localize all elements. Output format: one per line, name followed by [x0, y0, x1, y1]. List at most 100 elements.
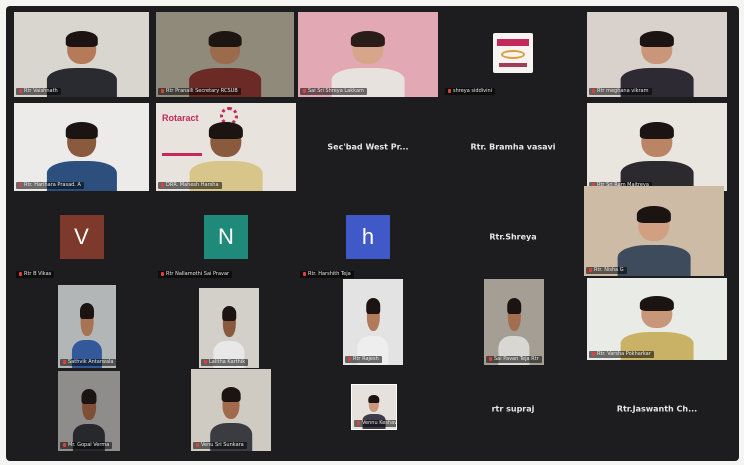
participant-hair [640, 122, 674, 139]
participant-tile[interactable]: Rtr Rajesh [343, 279, 403, 365]
participant-tile[interactable]: V Rtr B Vikas [14, 194, 149, 280]
participant-tile[interactable]: Rtr. Varsha Pokharkar [587, 278, 727, 360]
muted-mic-icon [19, 271, 22, 276]
muted-mic-icon [63, 359, 66, 364]
participant-name-text: Lalitha Karthik [209, 359, 246, 365]
muted-mic-icon [19, 182, 22, 187]
participant-hair [65, 122, 98, 139]
participant-hair [368, 394, 380, 403]
participant-silhouette [498, 297, 530, 365]
participant-name-text: Rtr Rajesh [353, 356, 379, 362]
participant-tile[interactable]: Rtr Vaishnath [14, 12, 149, 97]
participant-tile[interactable]: Rtr. Nisha G [584, 186, 724, 276]
participant-name-label: Rtr B Vikas [16, 271, 55, 278]
participant-name-label: Venu Sri Sunkara [193, 442, 247, 449]
participant-name-text: Rtr. Harihara Prasad. A [24, 182, 81, 188]
logo-emblem [501, 49, 525, 59]
rotaract-logo-image [493, 32, 533, 73]
muted-mic-icon [161, 88, 164, 93]
muted-mic-icon [448, 88, 451, 93]
participant-name-text: Rtr. Nisha G [594, 267, 624, 273]
participant-hair [221, 387, 241, 403]
muted-mic-icon [357, 420, 360, 425]
participant-tile[interactable]: N Rtr Nallamothi Sai Pravar [156, 194, 296, 280]
participant-name-text: Rtr Pranalli Secretary RCSUB [166, 88, 238, 94]
participant-tile[interactable]: Rtr. Harihara Prasad. A [14, 103, 149, 191]
participant-tile[interactable]: Rtr.Shreya [443, 194, 583, 280]
participant-hair [208, 30, 242, 47]
participant-display-name: Sec'bad West Pr... [327, 142, 409, 152]
muted-mic-icon [589, 267, 592, 272]
participant-name-text: Sai Sri Shreya Lakkam [308, 88, 364, 94]
participant-hair [640, 296, 674, 312]
participant-tile[interactable]: Rtr Pranalli Secretary RCSUB [156, 12, 294, 97]
participant-silhouette [617, 205, 691, 276]
participant-tile[interactable]: Sec'bad West Pr... [298, 103, 438, 191]
participant-tile[interactable]: Sathvik Antarwala [58, 285, 116, 368]
participant-tile[interactable]: Vennu Keshava Reddy [351, 384, 397, 430]
participant-name-label: Rtr. Nisha G [586, 267, 627, 274]
participant-tile[interactable]: shreya siddivini [443, 12, 583, 97]
participant-tile[interactable]: Venu Sri Sunkara [191, 369, 271, 451]
participant-hair [640, 30, 674, 47]
participant-silhouette [46, 122, 117, 191]
participant-shirt [617, 245, 691, 276]
participant-name-label: Sai Sri Shreya Lakkam [300, 88, 367, 95]
participant-silhouette [357, 297, 389, 365]
muted-mic-icon [592, 351, 595, 356]
participant-name-label: Rtr Nallamothi Sai Pravar [158, 271, 233, 278]
participant-hair [637, 205, 671, 223]
participant-display-name: rtr supraj [491, 404, 535, 413]
participant-tile[interactable]: h Rtr. Harshith Teja [298, 194, 438, 280]
participant-silhouette [189, 122, 263, 191]
muted-mic-icon [592, 88, 595, 93]
participant-tile[interactable]: Rtr. Bramha vasavi [443, 103, 583, 191]
participant-name-label: Sai Pavan Teja Rtr [486, 356, 542, 363]
participant-tile[interactable]: Rtr Sri Ram Maitreya [587, 103, 727, 191]
participant-tile[interactable]: Rotaract DRR. Mahesh Harsha [156, 103, 296, 191]
participant-hair [365, 297, 381, 315]
participant-name-label: Rtr Pranalli Secretary RCSUB [158, 88, 241, 95]
participant-display-name: Rtr.Jaswanth Ch... [616, 404, 698, 413]
participant-name-text: Rtr. Harshith Teja [308, 271, 351, 277]
participant-name-text: Rtr. Varsha Pokharkar [597, 351, 651, 357]
muted-mic-icon [161, 271, 164, 276]
participant-name-text: Rtr Vaishnath [24, 88, 58, 94]
logo-subtitle-bar [499, 62, 527, 67]
participant-hair [221, 305, 237, 321]
participant-hair [351, 30, 385, 47]
participant-name-text: shreya siddivini [453, 88, 493, 94]
participant-name-text: Rtr B Vikas [24, 271, 52, 277]
participant-hair [209, 122, 243, 139]
participant-display-name: Rtr. Bramha vasavi [470, 142, 556, 152]
participant-name-text: Mr. Gopal Verma [68, 442, 110, 448]
participant-tile[interactable]: Sai Pavan Teja Rtr [484, 279, 544, 365]
participant-name-label: Rtr Rajesh [345, 356, 382, 363]
participant-name-label: Rtr. Varsha Pokharkar [589, 351, 654, 358]
participant-name-label: Lalitha Karthik [201, 359, 249, 366]
participant-tile[interactable]: Mr. Gopal Verma [58, 371, 120, 451]
participant-name-text: Rtr Nallamothi Sai Pravar [166, 271, 230, 277]
participant-tile[interactable]: Rtr.Jaswanth Ch... [587, 366, 727, 451]
participant-name-text: Vennu Keshava Reddy [362, 420, 397, 426]
participant-tile[interactable]: Lalitha Karthik [199, 288, 259, 368]
participant-name-label: shreya siddivini [445, 88, 496, 95]
participant-tile[interactable]: Sai Sri Shreya Lakkam [298, 12, 438, 97]
participant-display-name: Rtr.Shreya [489, 232, 537, 242]
participant-tile[interactable]: rtr supraj [443, 366, 583, 451]
participant-name-label: Vennu Keshava Reddy [354, 420, 397, 427]
avatar-initial: h [346, 215, 390, 259]
muted-mic-icon [161, 182, 164, 187]
muted-mic-icon [489, 356, 492, 361]
muted-mic-icon [63, 442, 66, 447]
muted-mic-icon [303, 271, 306, 276]
avatar-initial: N [204, 215, 248, 259]
video-gallery-grid: Rtr Vaishnath Rtr Pranalli Secretary RCSU… [6, 6, 739, 461]
participant-name-text: Rtr meghana vikram [597, 88, 649, 94]
participant-name-label: Rtr meghana vikram [589, 88, 652, 95]
participant-name-label: Sathvik Antarwala [60, 359, 116, 366]
participant-name-text: Venu Sri Sunkara [201, 442, 244, 448]
participant-name-label: Rtr. Harihara Prasad. A [16, 182, 84, 189]
participant-hair [65, 30, 98, 47]
participant-tile[interactable]: Rtr meghana vikram [587, 12, 727, 97]
